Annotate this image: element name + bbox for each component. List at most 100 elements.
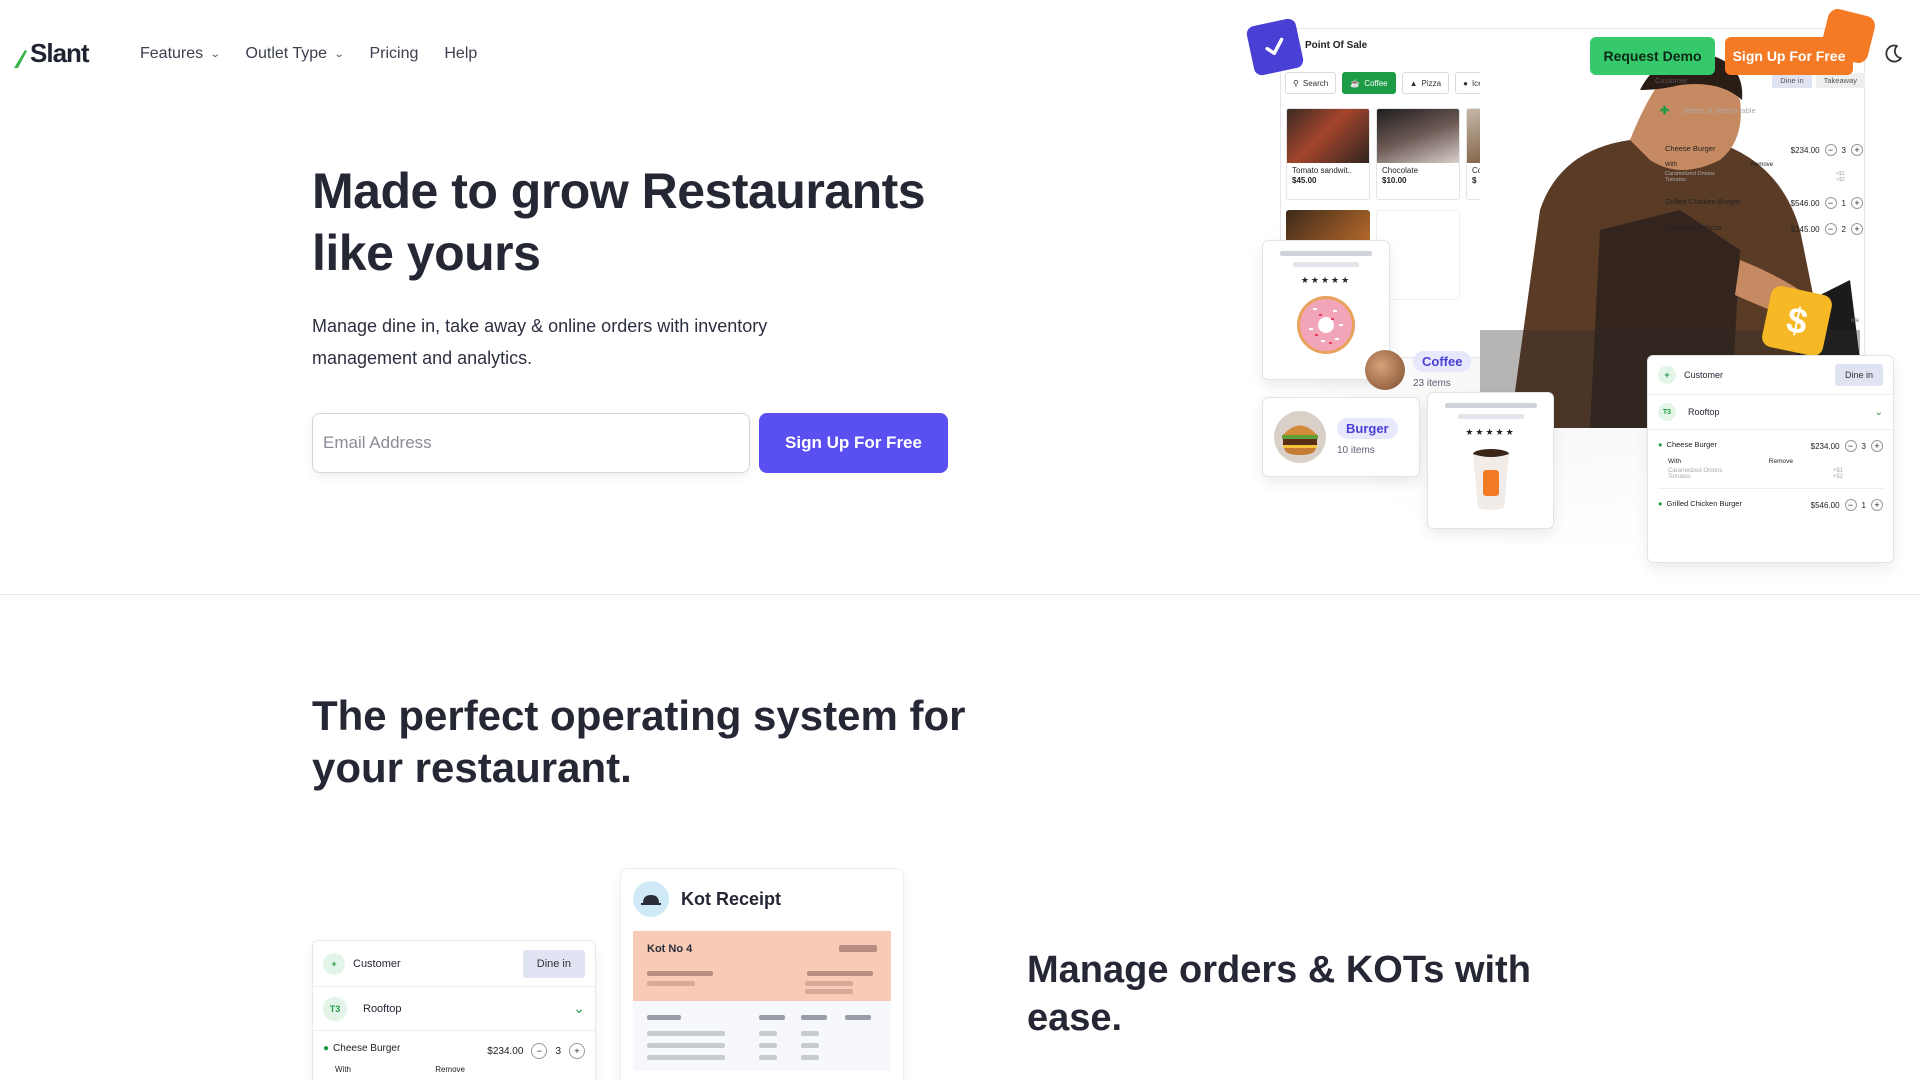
order-line: Grilled Chicken Burger $546.00−1 + [1665,197,1863,209]
coffee-cup-icon [1472,449,1509,510]
category-name: Coffee [1413,351,1472,372]
minus-icon: − [1824,223,1837,235]
nav-label: Features [140,45,204,62]
food-price: $10.00 [1382,176,1407,185]
brand-logo[interactable]: Slant [12,38,90,69]
line-name: Cheese Burger [1665,144,1716,153]
food-photo [1377,109,1459,163]
minus-icon: − [1824,144,1837,156]
line-qty: 3 [555,1045,561,1057]
mod-price: +$2 [1832,474,1843,480]
with-label: With [1668,458,1681,465]
food-price: $45.00 [1292,176,1317,185]
qty-stepper: $546.00−1 + [1791,197,1863,209]
hero-title-line: like yours [312,225,541,281]
nav-label: Help [444,45,478,62]
line-mod-header: With Remove [1665,162,1863,168]
order-card: + Customer Dine in T3 Rooftop ⌄ ● Cheese Bu… [1647,355,1894,563]
pos-order-lines: Cheese Burger $234.00−3 + With Remove Cara… [1665,144,1863,235]
food-name: Chocolate [1382,166,1419,175]
line-price: $546.00 [1790,198,1820,208]
moon-icon[interactable] [1882,43,1904,65]
minus-icon: − [1844,499,1857,511]
chevron-down-icon: ⌄ [333,48,345,60]
order-card-header: + Customer Dine in [1648,356,1893,395]
table-row: T3 Rooftop ⌄ [1648,395,1893,430]
remove-label: Remove [435,1065,465,1074]
section-title-line: your restaurant. [312,744,632,791]
request-demo-button[interactable]: Request Demo [1590,37,1715,75]
section-divider [0,594,1920,595]
line-qty: 1 [1841,198,1846,208]
line-qty: 2 [1841,224,1846,234]
table-name: Rooftop [363,1002,402,1015]
category-burger: Burger 10 items [1262,397,1420,477]
hero-title: Made to grow Restaurants like yours [312,160,1012,284]
add-customer-icon: + [323,952,345,975]
rating-stars: ★★★★★ [1300,275,1352,285]
category-count: 10 items [1337,445,1375,456]
placeholder-bar [1280,251,1372,256]
tab-label: Pizza [1421,78,1442,88]
tab-label: Search [1302,78,1329,88]
nav-item-help[interactable]: Help [444,45,477,63]
table-code: T3 [1658,403,1676,421]
slant-logo-icon [14,50,27,68]
nav-item-features[interactable]: Features ⌄ [140,45,221,63]
nav-item-outlet-type[interactable]: Outlet Type ⌄ [246,45,345,63]
brand-name: Slant [30,38,90,68]
kot-receipt-card: Kot Receipt Kot No 4 [620,868,904,1080]
qty-stepper: $234.00−3 + [1791,144,1863,156]
cloche-icon [633,881,669,917]
order-line: ● Grilled Chicken Burger $546.00−1 + [1658,499,1883,511]
line-price: $234.00 [1790,145,1820,155]
kot-number-block: Kot No 4 [633,931,891,1001]
hero-signup-button[interactable]: Sign Up For Free [759,413,948,473]
ice-cream-icon: ● [1463,78,1468,88]
mod-price: +$2 [1835,177,1845,183]
order-line: Cheese Burger $234.00−3 + [1665,144,1863,156]
table-row: T3 Rooftop ⌄ [313,987,595,1031]
pos-tab-search: ⚲ Search [1285,72,1337,94]
dine-in-button: Dine in [1834,364,1883,386]
plus-icon: + [1851,223,1863,235]
feature-title-line: ease. [1027,997,1123,1039]
line-name: Grilled Chicken Burger [1665,197,1741,206]
dine-in-button: Dine in [522,949,585,978]
leaf-icon: ● [323,1043,330,1054]
nav-item-pricing[interactable]: Pricing [369,45,418,63]
pizza-icon: ▲ [1409,78,1418,88]
food-tile: Tomato sandwit.. $45.00 [1286,108,1370,200]
customer-label: Customer [1684,370,1724,380]
plus-icon: + [569,1043,585,1059]
qty-stepper: $234.00−3 + [487,1043,585,1059]
check-icon [1265,37,1284,56]
kot-title: Kot Receipt [681,888,782,909]
header-signup-button[interactable]: Sign Up For Free [1725,37,1853,75]
plus-icon: + [1851,144,1863,156]
order-line: Margherita Pizza $145.00−2 + [1665,223,1863,235]
main-nav: Features ⌄ Outlet Type ⌄ Pricing Help [140,45,477,63]
mod-name: Tomatos [1668,474,1691,480]
feature-title-line: Manage orders & KOTs with [1027,949,1531,991]
add-customer-icon: + [1658,366,1676,384]
plus-icon: + [1851,197,1863,209]
email-input[interactable] [312,413,750,473]
plus-icon: + [1871,499,1883,511]
line-price: $234.00 [487,1045,524,1057]
customer-order-card: + Customer Dine in T3 Rooftop ⌄ ● Cheese Bu… [312,940,596,1080]
rating-stars: ★★★★★ [1465,427,1516,437]
qty-stepper: $234.00−3 + [1811,440,1883,452]
chevron-down-icon: ⌄ [573,1000,585,1016]
line-qty: 1 [1861,500,1866,510]
remove-label: Remove [1750,162,1773,168]
order-line: ● Cheese Burger $234.00−3 + [323,1043,585,1059]
section-title: The perfect operating system for your res… [312,690,1012,794]
minus-icon: − [1844,440,1857,452]
kot-number: Kot No 4 [647,943,693,955]
line-name: Grilled Chicken Burger [1666,499,1742,508]
kot-header: Kot Receipt [621,869,903,931]
qty-stepper: $145.00−2 + [1791,223,1863,235]
line-name: Cheese Burger [333,1043,401,1054]
order-lines: ● Cheese Burger $234.00−3 + With Remove [313,1031,595,1074]
